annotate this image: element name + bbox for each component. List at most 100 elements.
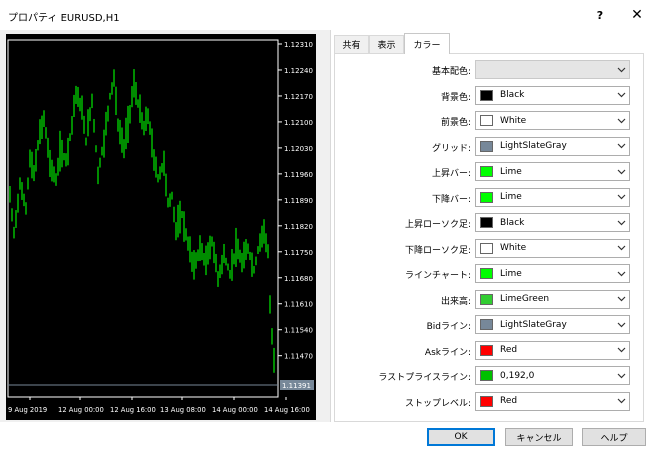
cancel-button[interactable]: キャンセル xyxy=(505,428,573,446)
color-setting-label: ストップレベル: xyxy=(404,398,471,409)
color-select-value: LightSlateGray xyxy=(500,141,567,151)
color-swatch xyxy=(480,319,493,330)
color-setting-label: 上昇ローソク足: xyxy=(404,220,471,230)
time-label: 12 Aug 00:00 xyxy=(58,406,104,414)
time-label: 14 Aug 00:00 xyxy=(212,406,258,414)
time-label: 12 Aug 16:00 xyxy=(110,406,156,414)
color-select[interactable]: Red xyxy=(475,340,630,360)
tab-display[interactable]: 表示 xyxy=(369,35,404,53)
color-setting-label: ラインチャート: xyxy=(405,271,471,281)
color-select-value: Lime xyxy=(500,166,522,177)
chevron-down-icon xyxy=(613,265,629,282)
color-select-value: Lime xyxy=(500,268,522,279)
price-label: 1.11960 xyxy=(284,171,313,179)
color-select[interactable]: LightSlateGray xyxy=(475,136,630,156)
color-swatch xyxy=(480,293,493,305)
chart-canvas: 1.12310 1.12240 1.12170 1.12100 1.12030 1.119… xyxy=(7,39,314,414)
price-label: 1.11750 xyxy=(284,249,313,257)
chart-preview: 1.12310 1.12240 1.12170 1.12100 1.12030 1.119… xyxy=(6,34,316,420)
time-label: 9 Aug 2019 xyxy=(8,406,47,414)
color-swatch xyxy=(480,140,493,152)
chevron-down-icon xyxy=(613,163,629,180)
color-swatch xyxy=(480,89,493,101)
tab-colors[interactable]: カラー xyxy=(404,33,450,54)
chevron-down-icon xyxy=(613,240,629,257)
color-select[interactable]: Black xyxy=(475,213,630,232)
price-label: 1.11680 xyxy=(284,275,313,283)
color-select[interactable]: 0,192,0 xyxy=(475,366,630,385)
color-select[interactable]: LimeGreen xyxy=(475,289,630,309)
color-select[interactable] xyxy=(475,60,630,79)
price-label: 1.12310 xyxy=(284,41,313,49)
time-label: 14 Aug 16:00 xyxy=(264,406,310,414)
chevron-down-icon xyxy=(613,316,629,333)
color-setting-label: 下降バー: xyxy=(431,194,471,205)
color-swatch xyxy=(480,344,493,356)
chevron-down-icon xyxy=(613,112,629,129)
chevron-down-icon xyxy=(613,138,629,155)
color-select[interactable]: Lime xyxy=(475,264,630,283)
color-select-value: LimeGreen xyxy=(500,294,550,304)
color-swatch xyxy=(480,242,493,254)
tab-common[interactable]: 共有 xyxy=(334,35,369,53)
help-button[interactable]: ヘルプ xyxy=(582,428,646,446)
color-select[interactable]: Red xyxy=(475,391,630,411)
color-select-value: Lime xyxy=(500,192,522,202)
color-swatch xyxy=(480,191,493,203)
color-swatch xyxy=(480,395,493,407)
color-select[interactable]: White xyxy=(475,238,630,258)
color-setting-label: 出来高: xyxy=(440,296,471,307)
chart-frame xyxy=(7,39,279,398)
color-swatch xyxy=(480,268,493,279)
help-icon[interactable]: ? xyxy=(583,2,617,28)
color-select[interactable]: LightSlateGray xyxy=(475,315,630,334)
color-setting-label: Askライン: xyxy=(424,347,471,358)
ok-button[interactable]: OK xyxy=(427,428,495,446)
color-select-value: 0,192,0 xyxy=(500,370,535,381)
color-setting-label: 下降ローソク足: xyxy=(404,245,471,256)
color-select-value: White xyxy=(500,243,527,253)
chevron-down-icon xyxy=(613,342,629,359)
chevron-down-icon xyxy=(613,393,629,410)
color-swatch xyxy=(480,166,493,177)
price-label: 1.12100 xyxy=(284,119,313,127)
color-swatch xyxy=(480,115,493,126)
chevron-down-icon xyxy=(613,189,629,206)
color-select-value: Black xyxy=(500,90,525,100)
chevron-down-icon xyxy=(613,367,629,384)
color-setting-label: ラストプライスライン: xyxy=(378,373,471,383)
price-label: 1.11540 xyxy=(284,327,313,335)
color-select[interactable]: Lime xyxy=(475,187,630,207)
color-setting-label: 上昇バー: xyxy=(431,169,471,179)
chevron-down-icon xyxy=(613,291,629,308)
color-setting-label: Bidライン: xyxy=(426,322,471,332)
price-label: 1.11610 xyxy=(284,301,313,309)
color-swatch xyxy=(480,217,493,228)
price-label: 1.11820 xyxy=(284,223,313,231)
current-price-label: 1.11391 xyxy=(282,382,311,390)
time-label: 13 Aug 08:00 xyxy=(160,406,206,414)
window-title: プロパティ EURUSD,H1 xyxy=(8,13,120,24)
color-setting-label: 前景色: xyxy=(440,118,471,128)
color-swatch xyxy=(480,370,493,381)
color-select[interactable]: White xyxy=(475,111,630,130)
price-label: 1.12240 xyxy=(284,67,313,75)
chevron-down-icon xyxy=(613,61,629,78)
price-label: 1.12030 xyxy=(284,145,313,153)
title-bar: プロパティ EURUSD,H1 ? ✕ xyxy=(0,0,652,30)
color-select-value: LightSlateGray xyxy=(500,319,567,330)
color-select-value: Red xyxy=(500,345,518,355)
color-select-value: White xyxy=(500,115,527,126)
color-setting-label: 基本配色: xyxy=(431,67,471,77)
color-select-value: Black xyxy=(500,217,525,228)
price-label: 1.11470 xyxy=(284,353,313,361)
color-select[interactable]: Lime xyxy=(475,162,630,181)
close-icon[interactable]: ✕ xyxy=(620,2,652,28)
color-select[interactable]: Black xyxy=(475,85,630,105)
color-setting-label: グリッド: xyxy=(431,143,471,154)
price-label: 1.12170 xyxy=(284,93,313,101)
price-label: 1.11890 xyxy=(284,197,313,205)
chevron-down-icon xyxy=(613,87,629,104)
color-select-value: Red xyxy=(500,396,518,406)
color-setting-label: 背景色: xyxy=(440,92,471,103)
